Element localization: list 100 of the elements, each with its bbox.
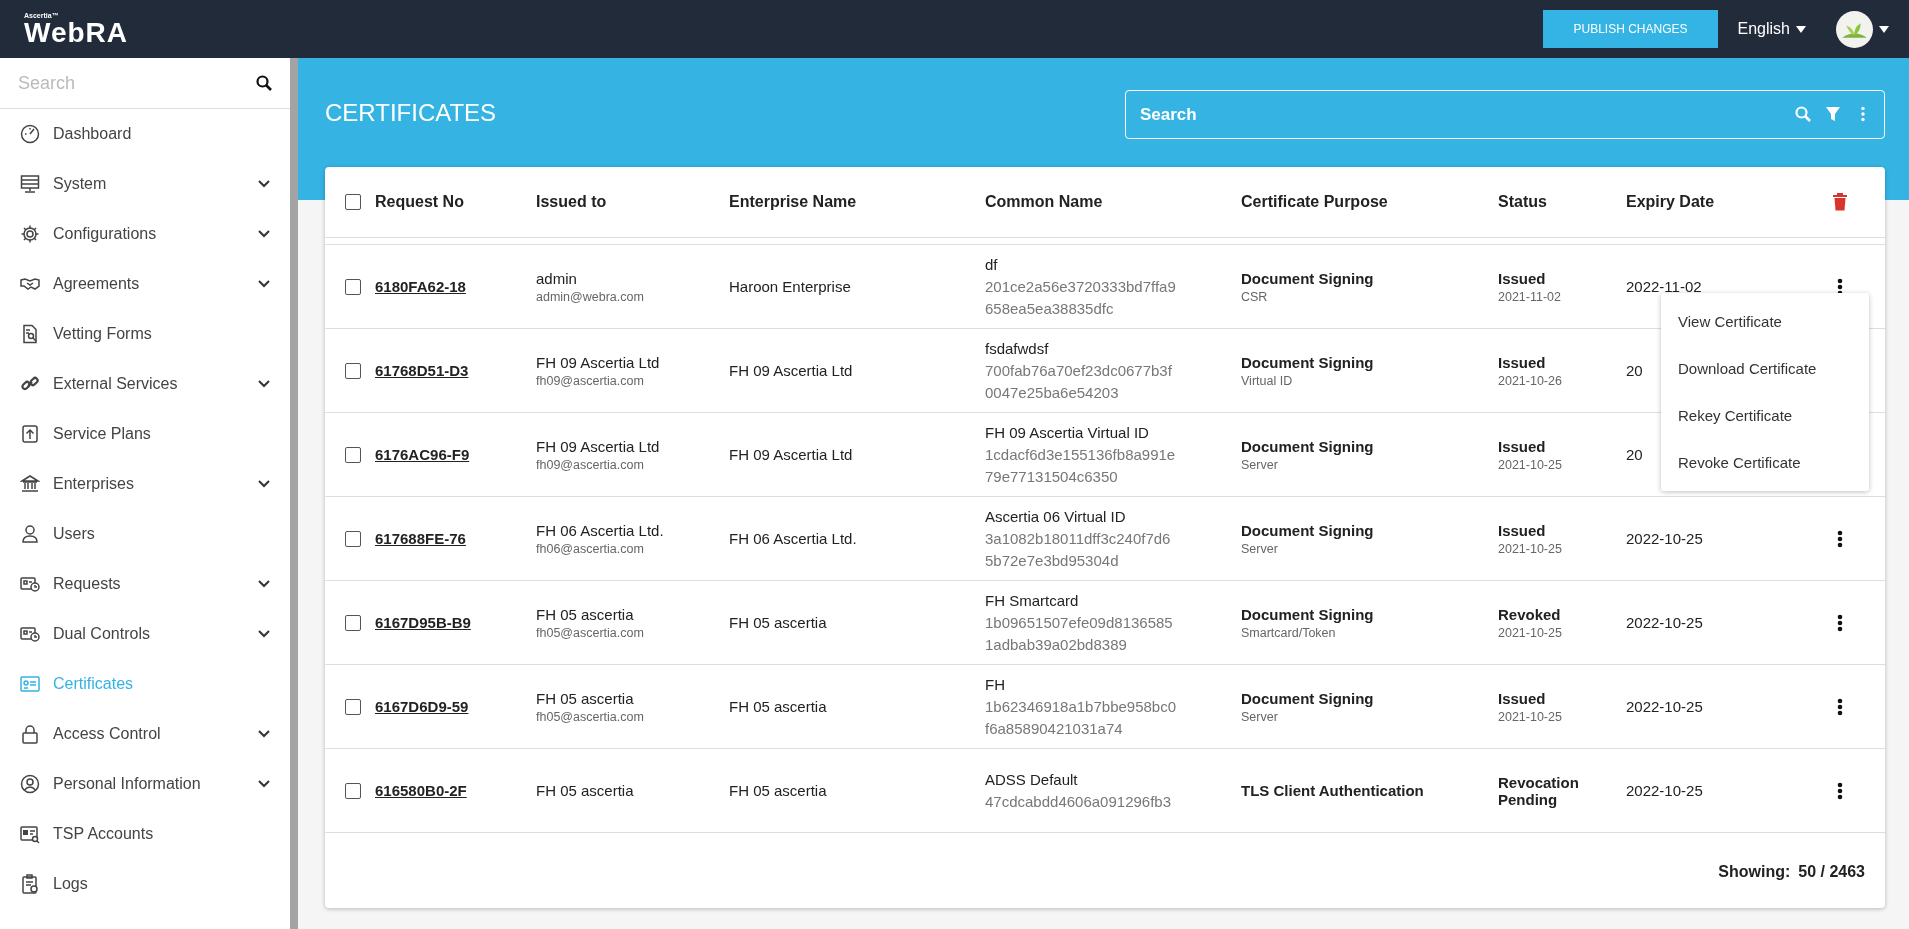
table-cell-text: 2021-10-25 xyxy=(1498,709,1563,724)
table-cell: 20 xyxy=(1626,446,1643,463)
checkbox[interactable] xyxy=(345,782,361,799)
table-cell: 2022-11-02 xyxy=(1626,278,1702,295)
checkbox[interactable] xyxy=(345,194,361,210)
checkbox[interactable] xyxy=(345,278,361,295)
gauge-icon xyxy=(20,124,40,144)
table-cell-text: FH 05 ascertia xyxy=(536,689,635,707)
caret-icon xyxy=(1879,25,1889,33)
table-cell-text: Server xyxy=(1241,541,1279,556)
table-cell-text: 2021-11-02 xyxy=(1498,289,1562,304)
scrollbar[interactable] xyxy=(290,58,298,929)
table-cell-text: f6a85890421031a74 xyxy=(985,718,1124,739)
table-cell-text: 5b72e7e3bd95304d xyxy=(985,550,1120,571)
gear-icon xyxy=(20,224,40,244)
id-card-icon xyxy=(20,674,40,694)
table-cell-text: fh05@ascertia.com xyxy=(536,709,645,724)
checkbox[interactable] xyxy=(345,446,361,463)
request-link[interactable]: 6167D95B-B9 xyxy=(375,614,536,631)
sidebar-item[interactable]: Personal Information xyxy=(0,759,290,809)
sidebar-item[interactable]: Agreements xyxy=(0,259,290,309)
sidebar-item[interactable]: System xyxy=(0,159,290,209)
table-cell-text: Document Signing xyxy=(1241,353,1375,371)
language-dropdown[interactable]: English xyxy=(1737,20,1806,38)
table-cell-text: Ascertia 06 Virtual ID xyxy=(985,506,1127,527)
sidebar-item[interactable]: Requests xyxy=(0,559,290,609)
table-cell-text: FH 06 Ascertia Ltd. xyxy=(536,521,665,539)
table-cell-text: Server xyxy=(1241,709,1279,724)
table-cell-text: 700fab76a70ef23dc0677b3f xyxy=(985,360,1173,381)
table-cell-text: Document Signing xyxy=(1241,437,1375,455)
checkbox[interactable] xyxy=(345,362,361,379)
more-icon[interactable] xyxy=(1837,697,1843,716)
checkbox[interactable] xyxy=(345,698,361,715)
more-icon[interactable] xyxy=(1837,613,1843,632)
status-text: Issued xyxy=(1498,521,1547,539)
menu-item[interactable]: Rekey Certificate xyxy=(1661,392,1869,439)
bank-icon xyxy=(20,474,40,494)
table-cell-text: fsdafwdsf xyxy=(985,338,1050,359)
column-header: Common Name xyxy=(985,193,1104,211)
trash-icon[interactable] xyxy=(1832,193,1848,211)
table-cell-text: Document Signing xyxy=(1241,521,1375,539)
table-cell-text: Smartcard/Token xyxy=(1241,625,1337,640)
search-icon[interactable] xyxy=(256,75,272,91)
count-value: 50 / 2463 xyxy=(1798,863,1865,881)
table-cell-text: FH Smartcard xyxy=(985,590,1080,611)
sidebar-item[interactable]: Service Plans xyxy=(0,409,290,459)
server-icon xyxy=(20,174,40,194)
sidebar-item[interactable]: Vetting Forms xyxy=(0,309,290,359)
table-cell-text: fh09@ascertia.com xyxy=(536,373,645,388)
sidebar-item[interactable]: External Services xyxy=(0,359,290,409)
sidebar-item[interactable]: Dashboard xyxy=(0,109,290,159)
table-cell: 20 xyxy=(1626,362,1643,379)
table-cell-text: FH xyxy=(985,674,1006,695)
table-cell-text: 1b09651507efe09d8136585 xyxy=(985,612,1174,633)
document-icon xyxy=(20,324,40,344)
table-cell-text: 2021-10-25 xyxy=(1498,625,1563,640)
sidebar-item[interactable]: Configurations xyxy=(0,209,290,259)
lock-icon xyxy=(20,724,40,744)
table-cell-text: fh09@ascertia.com xyxy=(536,457,645,472)
table-cell-text: admin@webra.com xyxy=(536,289,645,304)
request-link[interactable]: 6176AC96-F9 xyxy=(375,446,536,463)
menu-item[interactable]: View Certificate xyxy=(1661,298,1869,345)
sidebar-item[interactable]: Logs xyxy=(0,859,290,909)
column-header: Issued to xyxy=(536,193,608,211)
table-cell-text: Server xyxy=(1241,457,1279,472)
sidebar-item[interactable]: Users xyxy=(0,509,290,559)
status-text: Issued xyxy=(1498,353,1547,371)
table-cell-text: Document Signing xyxy=(1241,689,1375,707)
sidebar-item[interactable]: Enterprises xyxy=(0,459,290,509)
table-cell-text: FH 05 ascertia xyxy=(729,698,828,715)
table-cell-text: FH 06 Ascertia Ltd. xyxy=(729,530,858,547)
table-cell-text: FH 05 ascertia xyxy=(536,605,635,623)
request-link[interactable]: 61768D51-D3 xyxy=(375,362,536,379)
sidebar-item[interactable]: Access Control xyxy=(0,709,290,759)
column-header: Status xyxy=(1498,193,1548,211)
count-label: Showing: xyxy=(1718,863,1791,881)
table-cell-text: fh06@ascertia.com xyxy=(536,541,645,556)
sidebar-item[interactable]: Dual Controls xyxy=(0,609,290,659)
status-text: Issued xyxy=(1498,269,1547,287)
table-cell-text: FH 09 Ascertia Ltd xyxy=(536,437,661,455)
request-link[interactable]: 617688FE-76 xyxy=(375,530,536,547)
table-cell-text: FH 05 ascertia xyxy=(729,614,828,631)
request-link[interactable]: 616580B0-2F xyxy=(375,782,536,799)
checkbox[interactable] xyxy=(345,530,361,547)
table-cell-text: df xyxy=(985,254,999,275)
upload-icon xyxy=(20,424,40,444)
menu-item[interactable]: Download Certificate xyxy=(1661,345,1869,392)
status-text: Issued xyxy=(1498,437,1547,455)
table-cell-text: FH 09 Ascertia Ltd xyxy=(536,353,661,371)
more-icon[interactable] xyxy=(1837,781,1843,800)
more-icon[interactable] xyxy=(1837,529,1843,548)
checkbox[interactable] xyxy=(345,614,361,631)
avatar[interactable] xyxy=(1836,10,1873,48)
table-cell-text: Haroon Enterprise xyxy=(729,278,852,295)
sidebar-item[interactable]: TSP Accounts xyxy=(0,809,290,859)
menu-item[interactable]: Revoke Certificate xyxy=(1661,439,1869,486)
request-link[interactable]: 6180FA62-18 xyxy=(375,278,536,295)
table-cell-text: 47cdcabdd4606a091296fb3 xyxy=(985,791,1172,812)
request-link[interactable]: 6167D6D9-59 xyxy=(375,698,536,715)
table-cell-text: FH 09 Ascertia Virtual ID xyxy=(985,422,1150,443)
